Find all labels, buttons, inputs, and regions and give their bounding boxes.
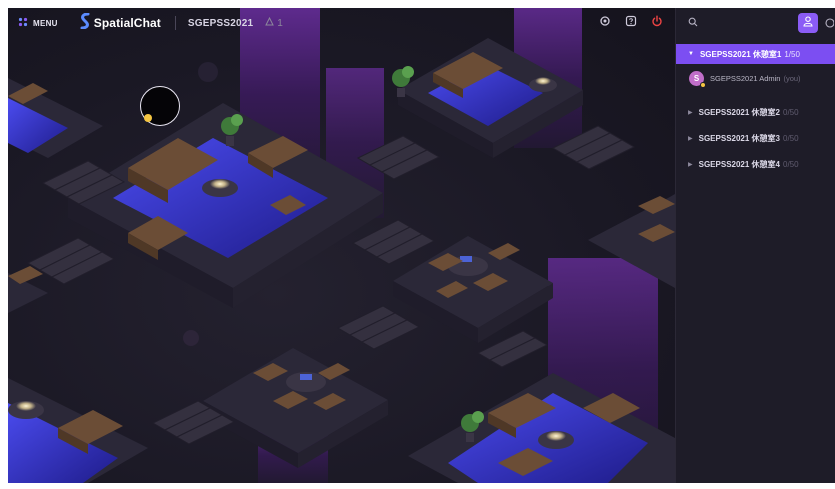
people-tab-button[interactable] <box>798 13 818 33</box>
room-capacity: 0/50 <box>783 107 799 117</box>
member-you-tag: (you) <box>783 73 801 83</box>
room-item-1[interactable]: ▼ SGEPSS2021 休憩室1 1/50 <box>676 44 835 64</box>
settings-button[interactable] <box>597 15 613 31</box>
room-name: SGEPSS2021 休憩室1 <box>699 49 782 59</box>
top-bar: MENU SpatialChat SGEPSS2021 1 <box>8 8 675 38</box>
question-icon <box>625 14 637 32</box>
room-list-gap <box>676 92 835 102</box>
room-name: SGEPSS2021 休憩室4 <box>698 159 780 169</box>
member-name: SGEPSS2021 Admin <box>710 73 781 83</box>
logout-button[interactable] <box>649 15 665 31</box>
chat-icon[interactable] <box>824 16 835 34</box>
brand: SpatialChat <box>80 12 161 34</box>
people-icon <box>803 14 813 32</box>
top-actions <box>597 8 665 38</box>
chevron-right-icon: ▶ <box>688 109 693 116</box>
power-icon <box>651 14 663 32</box>
brand-name: SpatialChat <box>93 16 161 30</box>
member-status-icon <box>700 81 706 88</box>
sidebar-header <box>676 8 835 38</box>
room-name: SGEPSS2021 休憩室2 <box>698 107 780 117</box>
chevron-right-icon: ▶ <box>688 135 693 142</box>
member-initial: S <box>693 73 700 83</box>
space-stage[interactable]: MENU SpatialChat SGEPSS2021 1 <box>8 8 675 483</box>
space-name: SGEPSS2021 <box>187 17 254 29</box>
rooms-sidebar: ▼ SGEPSS2021 休憩室1 1/50 S SGEPSS2021 Admi… <box>675 8 835 483</box>
app-window: MENU SpatialChat SGEPSS2021 1 ▼ SGEPSS20… <box>8 8 835 483</box>
gear-icon <box>599 14 611 32</box>
online-user-count-value: 1 <box>277 17 283 29</box>
room-name: SGEPSS2021 休憩室3 <box>698 133 780 143</box>
isometric-room-scene <box>8 8 675 483</box>
room-item-2[interactable]: ▶ SGEPSS2021 休憩室2 0/50 <box>676 102 835 122</box>
chevron-down-icon: ▼ <box>688 51 694 57</box>
topbar-divider <box>174 16 176 30</box>
search-icon[interactable] <box>688 14 698 32</box>
menu-grid-icon <box>18 14 28 32</box>
menu-button[interactable]: MENU <box>18 14 58 32</box>
room-capacity: 0/50 <box>783 159 799 169</box>
room-member[interactable]: S SGEPSS2021 Admin (you) <box>676 64 835 92</box>
mic-status-icon <box>144 114 152 122</box>
menu-label: MENU <box>33 18 58 28</box>
online-user-count: 1 <box>262 16 283 29</box>
room-capacity: 1/50 <box>784 49 800 59</box>
chevron-right-icon: ▶ <box>688 161 693 168</box>
room-item-3[interactable]: ▶ SGEPSS2021 休憩室3 0/50 <box>676 128 835 148</box>
user-avatar-bubble[interactable] <box>140 86 180 126</box>
member-avatar: S <box>689 70 706 88</box>
person-outline-icon <box>265 16 275 29</box>
room-capacity: 0/50 <box>783 133 799 143</box>
help-button[interactable] <box>623 15 639 31</box>
spatialchat-logo-icon <box>80 12 90 34</box>
room-item-4[interactable]: ▶ SGEPSS2021 休憩室4 0/50 <box>676 154 835 174</box>
